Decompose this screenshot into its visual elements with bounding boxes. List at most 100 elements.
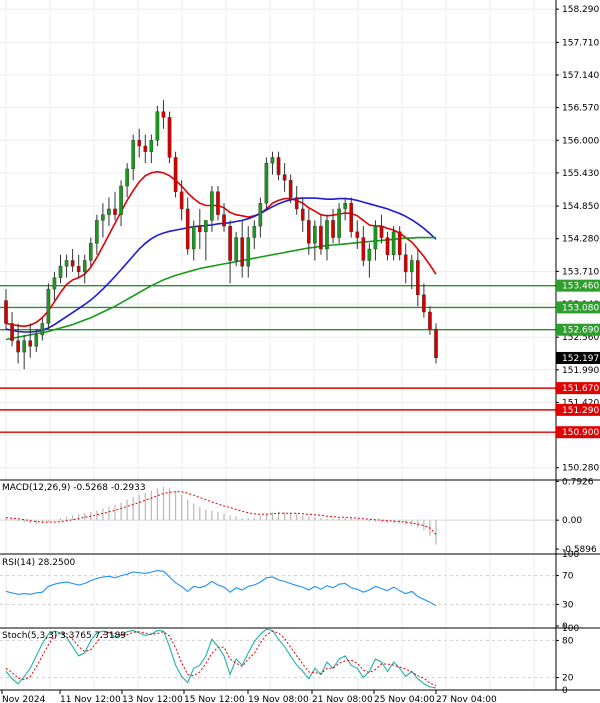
candle-bearish bbox=[28, 340, 33, 347]
candle-bearish bbox=[428, 311, 432, 330]
candle-bearish bbox=[173, 157, 178, 192]
stoch-tick-label: 80 bbox=[562, 636, 574, 646]
candle-bearish bbox=[228, 225, 232, 261]
price-tick-label: 151.990 bbox=[562, 366, 599, 376]
candle-bearish bbox=[385, 237, 390, 255]
price-tick-label: 156.570 bbox=[562, 104, 599, 114]
candle-bearish bbox=[300, 208, 305, 221]
candle-bearish bbox=[161, 111, 166, 118]
candle-bearish bbox=[137, 140, 142, 147]
stoch-tick-label: 0 bbox=[562, 686, 568, 696]
candle-bullish bbox=[131, 140, 135, 170]
rsi-tick-label: 30 bbox=[562, 600, 574, 610]
candle-bearish bbox=[113, 208, 117, 215]
candle-bearish bbox=[70, 260, 75, 267]
candle-bullish bbox=[82, 260, 87, 273]
stoch-label: Stoch(5,3,3) 3.3765 7.3189 bbox=[2, 631, 126, 641]
time-tick-label: 21 Nov 08:00 bbox=[312, 695, 373, 703]
candle-bearish bbox=[422, 294, 426, 313]
candle-bullish bbox=[64, 260, 69, 267]
time-tick-label: Nov 2024 bbox=[2, 695, 46, 703]
candle-bullish bbox=[52, 277, 57, 290]
candle-bearish bbox=[198, 225, 202, 233]
level-tag-label: 153.460 bbox=[562, 282, 599, 292]
candle-bullish bbox=[101, 214, 105, 221]
rsi-label: RSI(14) 28.2500 bbox=[2, 558, 75, 568]
macd-tick-label: 0.7926 bbox=[562, 477, 594, 487]
candle-bullish bbox=[125, 168, 129, 187]
candle-bullish bbox=[343, 203, 347, 210]
candle-bullish bbox=[409, 260, 414, 273]
price-tick-label: 153.710 bbox=[562, 267, 599, 277]
price-tick-label: 157.140 bbox=[562, 71, 599, 81]
candle-bearish bbox=[416, 260, 420, 296]
price-tick-label: 157.710 bbox=[562, 38, 599, 48]
level-tag-label: 151.290 bbox=[562, 406, 599, 416]
price-tick-label: 155.430 bbox=[562, 169, 599, 179]
candle-bullish bbox=[191, 225, 196, 250]
candle-bullish bbox=[264, 162, 269, 204]
level-tag-label: 152.690 bbox=[562, 326, 599, 336]
candle-bullish bbox=[58, 265, 63, 278]
rsi-tick-label: 70 bbox=[562, 572, 574, 582]
candle-bullish bbox=[88, 243, 93, 261]
price-tick-label: 154.850 bbox=[562, 202, 599, 212]
candle-bearish bbox=[379, 225, 384, 238]
candle-bearish bbox=[361, 237, 366, 261]
candle-bullish bbox=[119, 185, 123, 215]
candle-bearish bbox=[434, 328, 438, 358]
candle-bullish bbox=[22, 340, 26, 353]
time-tick-label: 13 Nov 12:00 bbox=[122, 695, 183, 703]
price-tick-label: 154.280 bbox=[562, 235, 599, 245]
candle-bearish bbox=[179, 191, 184, 210]
time-tick-label: 27 Nov 04:00 bbox=[436, 695, 497, 703]
time-tick-label: 15 Nov 12:00 bbox=[184, 695, 245, 703]
candle-bullish bbox=[367, 248, 372, 261]
candle-bullish bbox=[149, 140, 154, 152]
stoch-tick-label: 100 bbox=[562, 624, 579, 634]
candle-bearish bbox=[143, 145, 148, 152]
candle-bullish bbox=[210, 191, 214, 221]
time-tick-label: 25 Nov 04:00 bbox=[374, 695, 435, 703]
time-tick-label: 11 Nov 12:00 bbox=[60, 695, 121, 703]
level-tag-label: 151.670 bbox=[562, 384, 599, 394]
candle-bullish bbox=[40, 323, 45, 336]
candle-bullish bbox=[391, 231, 396, 255]
candle-bearish bbox=[4, 300, 8, 324]
level-tag-label: 153.080 bbox=[562, 303, 599, 313]
candle-bearish bbox=[276, 157, 281, 175]
candle-bullish bbox=[234, 237, 238, 261]
candle-bearish bbox=[240, 237, 244, 267]
price-tags: 153.460 153.080 152.690 151.670 151.290 150.9… bbox=[556, 279, 600, 439]
candle-bullish bbox=[325, 220, 329, 250]
candle-bearish bbox=[307, 220, 311, 244]
candle-bullish bbox=[204, 220, 208, 233]
price-tick-label: 156.000 bbox=[562, 136, 599, 146]
time-tick-label: 19 Nov 08:00 bbox=[248, 695, 309, 703]
chart-background bbox=[0, 0, 600, 703]
macd-tick-label: 0.00 bbox=[562, 516, 582, 526]
candle-bullish bbox=[258, 203, 263, 227]
candle-bearish bbox=[76, 265, 81, 273]
candle-bullish bbox=[155, 111, 160, 141]
candle-bullish bbox=[95, 220, 99, 244]
candle-bearish bbox=[10, 323, 14, 341]
candle-bearish bbox=[397, 231, 402, 255]
candle-bullish bbox=[246, 237, 251, 267]
candle-bearish bbox=[355, 231, 360, 238]
candle-bearish bbox=[403, 254, 408, 273]
candle-bullish bbox=[270, 157, 275, 164]
stoch-tick-label: 20 bbox=[562, 674, 574, 684]
candle-bearish bbox=[185, 208, 190, 250]
candle-bullish bbox=[337, 208, 341, 238]
candle-bearish bbox=[282, 174, 287, 181]
candle-bearish bbox=[167, 117, 172, 158]
candle-bearish bbox=[16, 340, 20, 353]
candle-bearish bbox=[294, 197, 299, 210]
candle-bearish bbox=[288, 180, 293, 198]
candle-bullish bbox=[313, 225, 317, 244]
candle-bullish bbox=[46, 288, 51, 324]
candle-bearish bbox=[349, 203, 354, 233]
price-chart[interactable]: 158.290 157.710 157.140 156.570 156.000 155.4… bbox=[0, 0, 600, 703]
price-tick-label: 150.280 bbox=[562, 464, 599, 474]
